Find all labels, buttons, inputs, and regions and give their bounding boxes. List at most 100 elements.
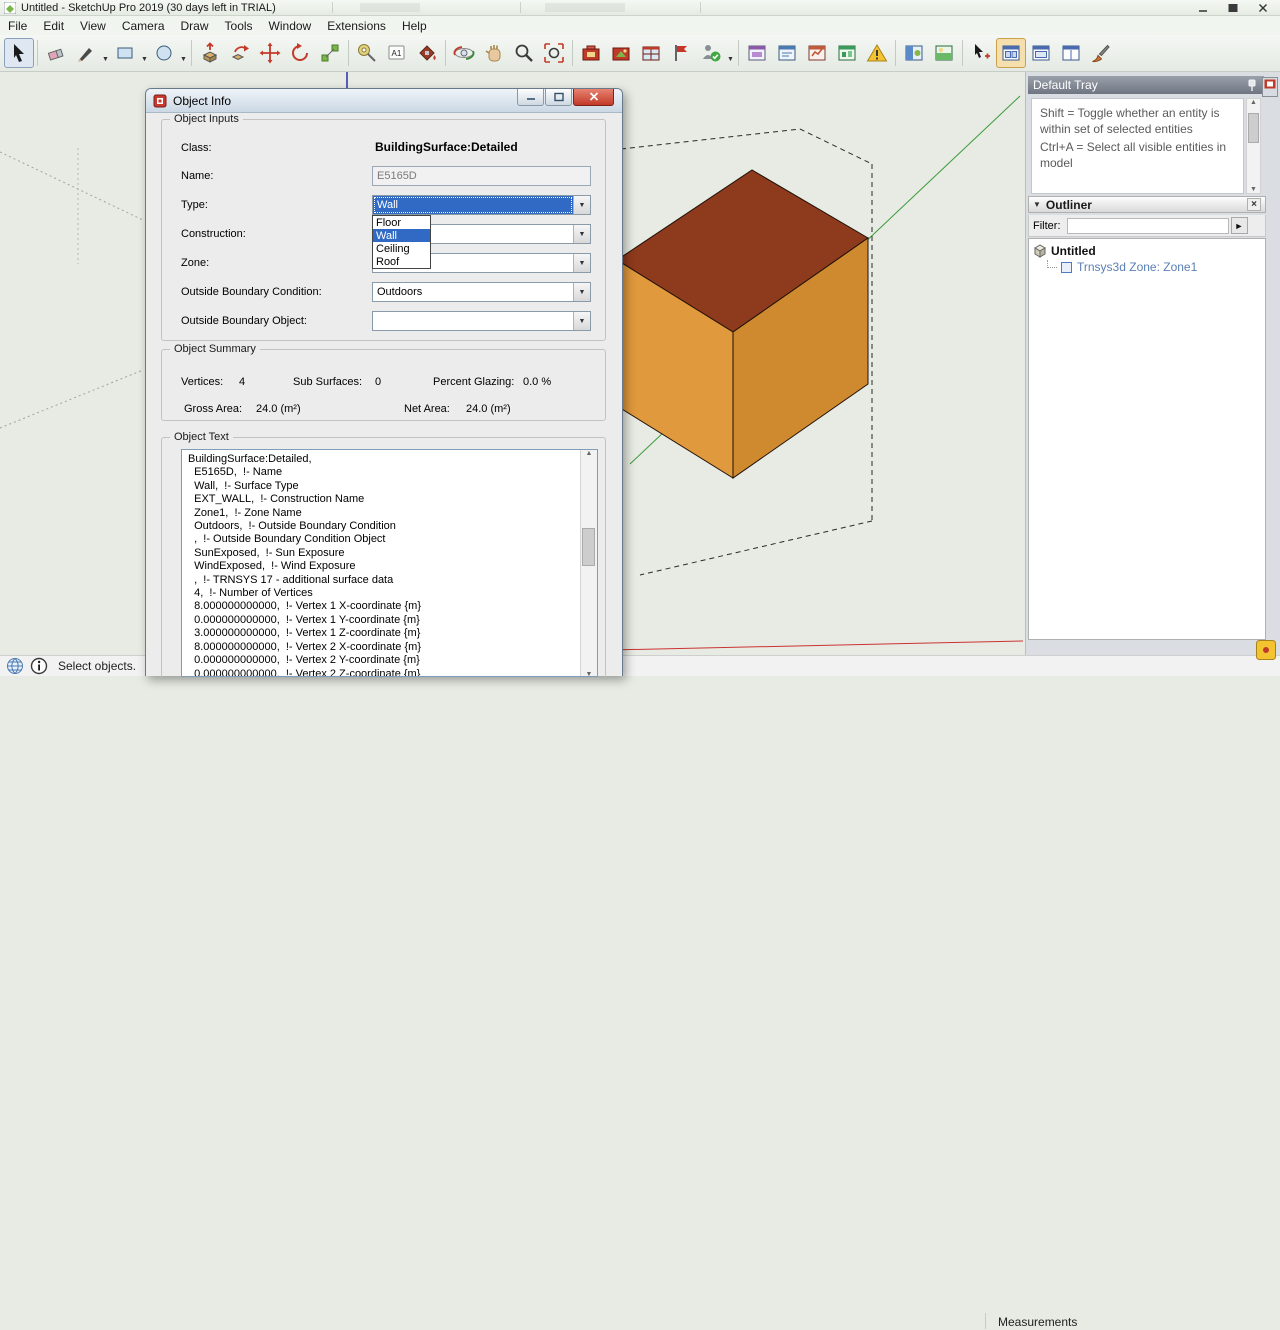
dialog-maximize-button[interactable] xyxy=(545,89,572,106)
type-combo[interactable]: Wall ▼ xyxy=(372,195,591,215)
outside-boundary-object-combo[interactable]: ▼ xyxy=(372,311,591,331)
circle-tool-caret[interactable]: ▼ xyxy=(179,38,188,68)
type-option-roof[interactable]: Roof xyxy=(373,255,430,268)
dialog-close-button[interactable] xyxy=(573,89,614,106)
tray-header[interactable]: Default Tray xyxy=(1028,76,1264,94)
outliner-header[interactable]: ▼ Outliner × xyxy=(1028,196,1266,213)
measurements-input[interactable] xyxy=(1080,1313,1276,1330)
brush-tool-button[interactable] xyxy=(1086,38,1116,68)
object-text-area[interactable]: BuildingSurface:Detailed, E5165D, !- Nam… xyxy=(181,449,598,677)
object-text-scrollbar[interactable]: ▲ ▼ xyxy=(580,450,597,676)
glazing-value: 0.0 % xyxy=(523,376,552,388)
tree-item-model[interactable]: Untitled xyxy=(1033,243,1261,259)
tree-item-zone[interactable]: Trnsys3d Zone: Zone1 xyxy=(1043,259,1261,275)
followme-tool-button[interactable] xyxy=(225,38,255,68)
line-tool-caret[interactable]: ▼ xyxy=(101,38,110,68)
credentials-tool-caret[interactable]: ▼ xyxy=(726,38,735,68)
scroll-down-icon[interactable]: ▼ xyxy=(1250,186,1257,193)
window-tool-3-button[interactable] xyxy=(1056,38,1086,68)
line-tool-button[interactable] xyxy=(71,38,101,68)
dialog-minimize-button[interactable] xyxy=(517,89,544,106)
docked-red-icon[interactable] xyxy=(1262,77,1279,98)
toolbar-separator xyxy=(445,40,446,66)
statusbar-separator xyxy=(985,1313,986,1329)
type-combo-button[interactable]: ▼ xyxy=(573,196,590,214)
flag-tool-button[interactable] xyxy=(666,38,696,68)
close-icon xyxy=(589,92,598,101)
credentials-tool-button[interactable] xyxy=(696,38,726,68)
menu-camera[interactable]: Camera xyxy=(114,16,173,35)
background-window-fragment xyxy=(545,3,625,12)
trnsys-window-tool-button[interactable] xyxy=(636,38,666,68)
scroll-down-icon[interactable]: ▼ xyxy=(586,671,593,676)
orbit-tool-button[interactable] xyxy=(449,38,479,68)
rectangle-tool-button[interactable] xyxy=(110,38,140,68)
tape-measure-tool-button[interactable] xyxy=(352,38,382,68)
instructor-scroll-thumb[interactable] xyxy=(1248,113,1259,143)
minimize-button[interactable] xyxy=(1188,0,1218,16)
panel-tool-4-button[interactable] xyxy=(832,38,862,68)
menu-file[interactable]: File xyxy=(0,16,35,35)
window-tool-1-button[interactable] xyxy=(996,38,1026,68)
outliner-close-button[interactable]: × xyxy=(1247,198,1261,211)
obc-combo-button[interactable]: ▼ xyxy=(573,283,590,301)
geolocation-button[interactable] xyxy=(6,657,24,675)
type-option-wall[interactable]: Wall xyxy=(373,229,430,242)
menu-extensions[interactable]: Extensions xyxy=(319,16,394,35)
move-tool-button[interactable] xyxy=(255,38,285,68)
zone-combo-button[interactable]: ▼ xyxy=(573,254,590,272)
menu-help[interactable]: Help xyxy=(394,16,435,35)
panel-tool-1-button[interactable] xyxy=(742,38,772,68)
collapse-icon[interactable]: ▼ xyxy=(1033,200,1041,209)
library-green-icon xyxy=(935,45,953,61)
obo-label: Outside Boundary Object: xyxy=(181,315,307,327)
pan-tool-button[interactable] xyxy=(479,38,509,68)
help-status-button[interactable] xyxy=(30,657,48,675)
rotate-tool-button[interactable] xyxy=(285,38,315,68)
outside-boundary-condition-combo[interactable]: Outdoors ▼ xyxy=(372,282,591,302)
pointer-plus-tool-button[interactable] xyxy=(966,38,996,68)
warning-tool-button[interactable] xyxy=(862,38,892,68)
paint-bucket-tool-button[interactable] xyxy=(412,38,442,68)
trnsys-surface-tool-button[interactable] xyxy=(606,38,636,68)
panel-tool-3-button[interactable] xyxy=(802,38,832,68)
zoom-extents-tool-button[interactable] xyxy=(539,38,569,68)
circle-tool-button[interactable] xyxy=(149,38,179,68)
menu-edit[interactable]: Edit xyxy=(35,16,72,35)
library-tool-2-button[interactable] xyxy=(929,38,959,68)
rectangle-tool-caret[interactable]: ▼ xyxy=(140,38,149,68)
object-text-scroll-thumb[interactable] xyxy=(582,528,595,566)
pin-icon[interactable] xyxy=(1245,78,1259,92)
menu-draw[interactable]: Draw xyxy=(173,16,217,35)
zoom-tool-button[interactable] xyxy=(509,38,539,68)
trnsys-zone-tool-button[interactable] xyxy=(576,38,606,68)
menu-tools[interactable]: Tools xyxy=(217,16,261,35)
text-tool-button[interactable]: A1 xyxy=(382,38,412,68)
gross-area-label: Gross Area: xyxy=(184,403,243,415)
obo-combo-button[interactable]: ▼ xyxy=(573,312,590,330)
scroll-up-icon[interactable]: ▲ xyxy=(586,450,593,457)
close-button[interactable] xyxy=(1248,0,1278,16)
menu-view[interactable]: View xyxy=(72,16,114,35)
eraser-icon xyxy=(47,48,64,61)
pushpull-icon xyxy=(202,42,218,63)
panel-tool-2-button[interactable] xyxy=(772,38,802,68)
docked-yellow-icon[interactable] xyxy=(1256,640,1277,661)
type-option-ceiling[interactable]: Ceiling xyxy=(373,242,430,255)
pushpull-tool-button[interactable] xyxy=(195,38,225,68)
library-tool-1-button[interactable] xyxy=(899,38,929,68)
eraser-tool-button[interactable] xyxy=(41,38,71,68)
menu-window[interactable]: Window xyxy=(261,16,320,35)
scroll-up-icon[interactable]: ▲ xyxy=(1250,99,1257,106)
instructor-scrollbar[interactable]: ▲ ▼ xyxy=(1246,98,1261,194)
select-tool-button[interactable] xyxy=(4,38,34,68)
construction-combo-button[interactable]: ▼ xyxy=(573,225,590,243)
maximize-button[interactable] xyxy=(1218,0,1248,16)
type-option-floor[interactable]: Floor xyxy=(373,216,430,229)
scale-tool-button[interactable] xyxy=(315,38,345,68)
name-input[interactable] xyxy=(372,166,591,186)
filter-button[interactable]: ► xyxy=(1230,217,1248,234)
filter-input[interactable] xyxy=(1066,217,1229,234)
window-tool-2-button[interactable] xyxy=(1026,38,1056,68)
dialog-titlebar[interactable]: Object Info xyxy=(146,89,622,113)
